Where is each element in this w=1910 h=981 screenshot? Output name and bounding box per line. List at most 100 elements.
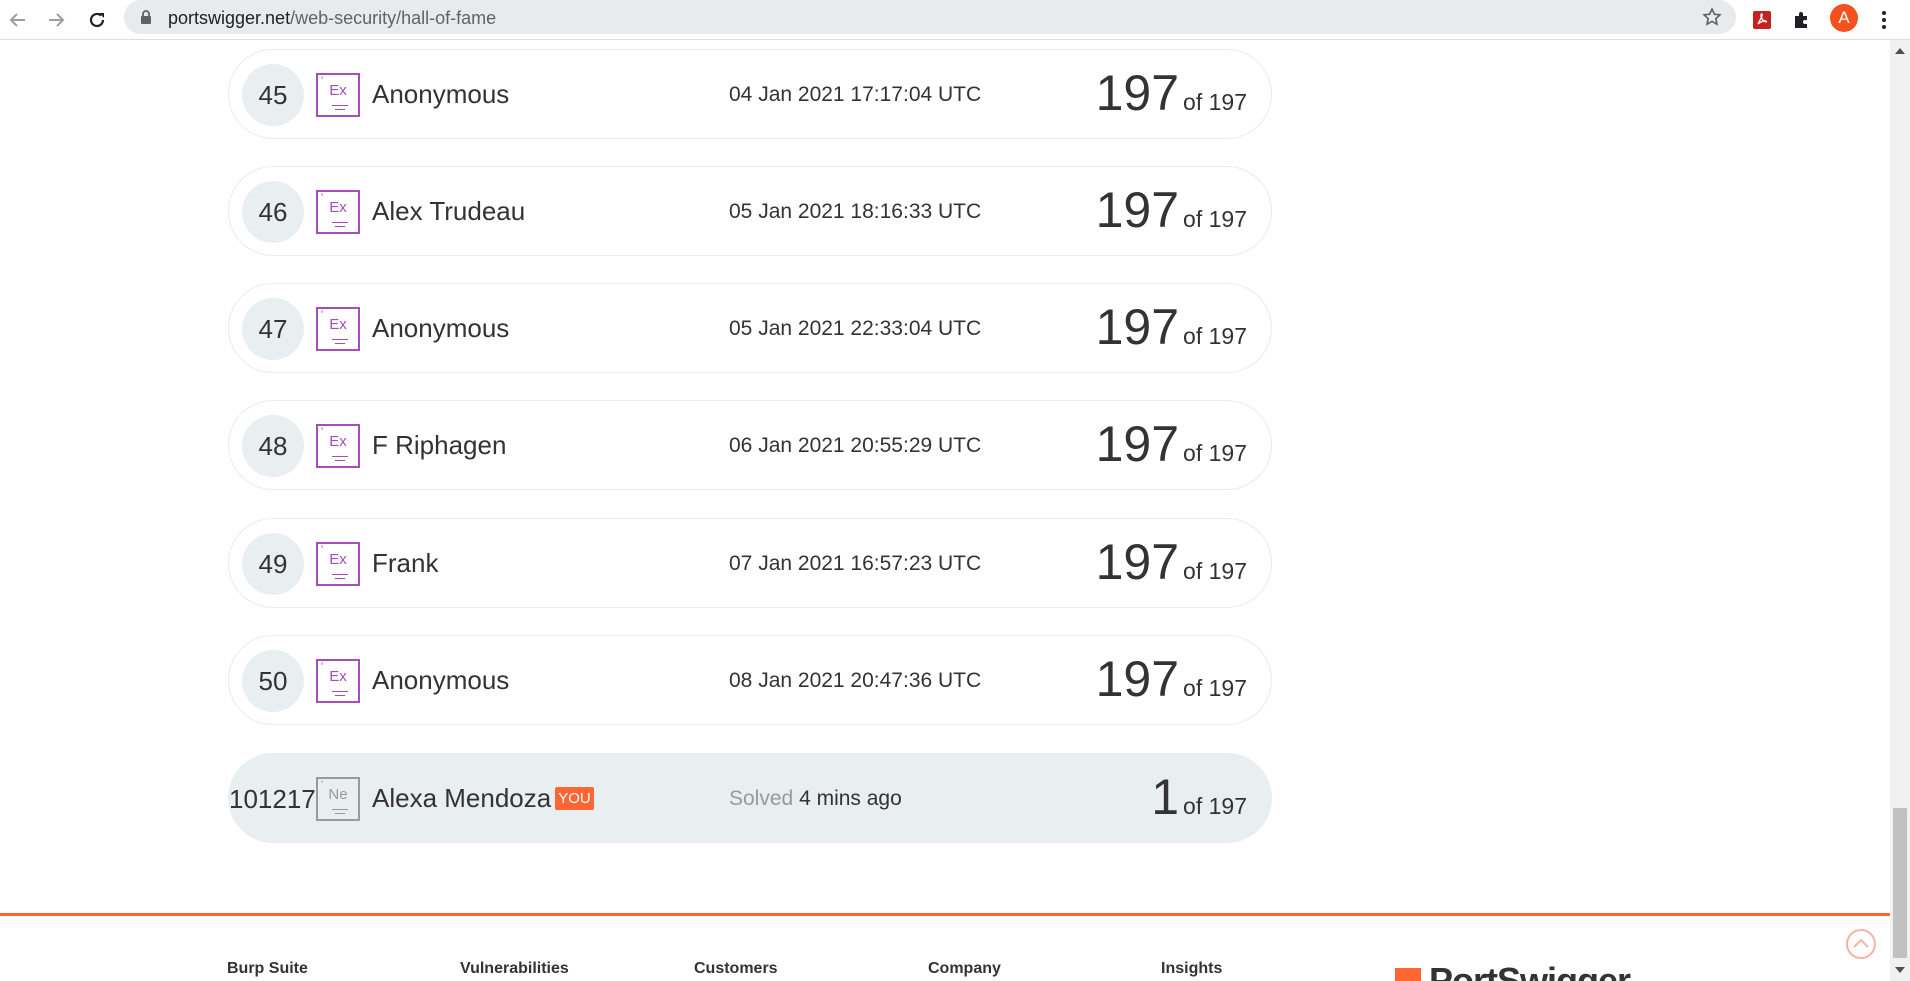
completion-date: 05 Jan 2021 18:16:33 UTC [729,200,982,223]
solved-status: Solved 4 mins ago [729,787,902,811]
user-name: F Riphagen [372,430,507,460]
level-label: Ex [329,316,347,333]
back-button[interactable] [2,4,34,36]
portswigger-logo-mark [1395,968,1421,981]
page-scrollbar[interactable] [1890,40,1910,981]
footer-link-vulnerabilities[interactable]: Vulnerabilities [460,960,569,978]
leaderboard-row: 45 ' Ex Anonymous 04 Jan 2021 17:17:04 UT… [228,49,1272,139]
you-badge: YOU [555,787,594,810]
pdf-extension-button[interactable] [1746,4,1778,36]
level-label: Ex [329,199,347,216]
rank-circle: 50 [242,650,304,712]
extensions-button[interactable] [1786,4,1818,36]
portswigger-logo-text: PortSwigger [1429,960,1631,981]
more-vertical-icon [1882,11,1886,29]
reload-icon [89,12,105,28]
level-badge-icon: ' Ex [316,542,360,586]
current-user-name-block: Alexa Mendoza YOU [372,783,594,814]
level-label: Ex [329,82,347,99]
scroll-up-arrow-icon[interactable] [1895,46,1905,54]
back-to-top-button[interactable] [1846,929,1876,959]
scrollbar-thumb[interactable] [1893,808,1907,958]
user-name: Anonymous [372,665,510,695]
footer-link-insights[interactable]: Insights [1161,960,1222,978]
portswigger-logo[interactable]: PortSwigger [1395,960,1631,981]
current-user-rank: 101217 [229,783,316,814]
level-label: Ex [329,551,347,568]
footer-divider [0,913,1890,916]
level-badge-icon: ' Ex [316,307,360,351]
completion-date: 07 Jan 2021 16:57:23 UTC [729,552,982,575]
score-total: of 197 [1183,793,1247,819]
forward-button[interactable] [40,4,72,36]
leaderboard-row: 46 ' Ex Alex Trudeau 05 Jan 2021 18:16:33… [228,166,1272,256]
score: 197 of 197 [1096,651,1247,707]
score-value: 197 [1095,299,1180,355]
rank-circle: 48 [242,415,304,477]
rank-circle: 46 [242,181,304,243]
score: 1 of 197 [1151,769,1247,825]
score-value: 197 [1095,416,1180,472]
scroll-down-arrow-icon[interactable] [1895,967,1905,975]
bookmark-star-icon[interactable] [1702,7,1722,27]
score-total: of 197 [1183,675,1247,701]
user-name: Anonymous [372,313,510,343]
score-value: 197 [1095,182,1180,238]
score: 197 of 197 [1096,534,1247,590]
profile-avatar[interactable]: A [1830,4,1858,32]
score-total: of 197 [1183,440,1247,466]
solved-prefix: Solved [729,787,794,810]
chevron-up-icon [1853,938,1869,948]
footer-link-customers[interactable]: Customers [694,960,778,978]
url-path: /web-security/hall-of-fame [290,8,497,28]
score-value: 1 [1151,769,1180,825]
browser-menu-button[interactable] [1868,4,1900,36]
score: 197 of 197 [1096,416,1247,472]
level-badge-icon: ' Ex [316,73,360,117]
level-label: Ne [328,786,348,803]
reload-button[interactable] [81,4,113,36]
level-badge-icon: ' Ex [316,190,360,234]
completion-date: 05 Jan 2021 22:33:04 UTC [729,317,982,340]
leaderboard-row: 47 ' Ex Anonymous 05 Jan 2021 22:33:04 UT… [228,283,1272,373]
footer-link-company[interactable]: Company [928,960,1001,978]
url-text: portswigger.net/web-security/hall-of-fam… [168,8,496,29]
score: 197 of 197 [1096,182,1247,238]
rank-circle: 45 [242,64,304,126]
page-viewport: 45 ' Ex Anonymous 04 Jan 2021 17:17:04 UT… [0,40,1890,981]
user-name: Anonymous [372,79,510,109]
lock-icon [141,10,151,24]
pdf-icon [1753,11,1771,29]
level-badge-icon: ' Ex [316,659,360,703]
back-arrow-icon [9,13,25,27]
current-user-row: 101217 ' Ne Alexa Mendoza YOU Solved 4 min… [228,753,1272,843]
level-badge-icon: ' Ex [316,424,360,468]
score: 197 of 197 [1096,65,1247,121]
level-label: Ex [329,668,347,685]
leaderboard-row: 49 ' Ex Frank 07 Jan 2021 16:57:23 UTC 19… [228,518,1272,608]
browser-toolbar: portswigger.net/web-security/hall-of-fam… [0,0,1910,40]
leaderboard-row: 50 ' Ex Anonymous 08 Jan 2021 20:47:36 UT… [228,635,1272,725]
score-value: 197 [1095,534,1180,590]
solved-time: 4 mins ago [799,787,902,810]
rank-circle: 47 [242,298,304,360]
score: 197 of 197 [1096,299,1247,355]
rank-circle: 49 [242,533,304,595]
score-value: 197 [1095,651,1180,707]
score-total: of 197 [1183,206,1247,232]
completion-date: 08 Jan 2021 20:47:36 UTC [729,669,982,692]
puzzle-icon [1795,12,1807,28]
completion-date: 06 Jan 2021 20:55:29 UTC [729,434,982,457]
score-total: of 197 [1183,558,1247,584]
score-total: of 197 [1183,323,1247,349]
address-bar[interactable]: portswigger.net/web-security/hall-of-fam… [124,0,1736,34]
footer-link-burp-suite[interactable]: Burp Suite [227,960,308,978]
user-name: Alex Trudeau [372,196,526,226]
level-badge-icon: ' Ne [316,777,360,821]
completion-date: 04 Jan 2021 17:17:04 UTC [729,83,982,106]
user-name: Frank [372,548,439,578]
score-value: 197 [1095,65,1180,121]
score-total: of 197 [1183,89,1247,115]
leaderboard-row: 48 ' Ex F Riphagen 06 Jan 2021 20:55:29 U… [228,400,1272,490]
forward-arrow-icon [49,13,65,27]
